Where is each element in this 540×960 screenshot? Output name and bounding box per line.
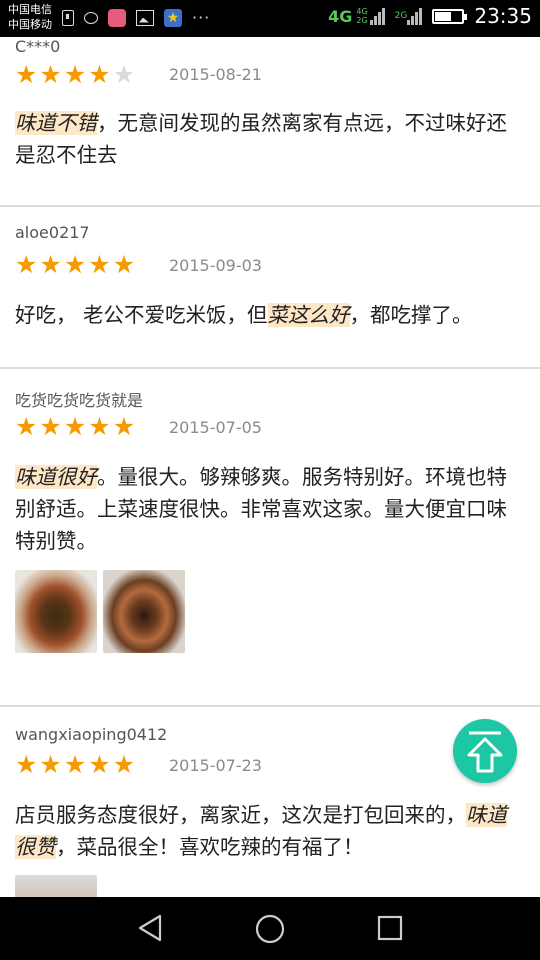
star-filled-icon: ★ xyxy=(88,250,111,279)
network-type: 4G xyxy=(328,6,353,26)
review-text-after: ，都吃撑了。 xyxy=(349,303,473,327)
back-triangle-icon[interactable] xyxy=(136,913,166,943)
review-stars: ★ ★ ★ ★ ★ xyxy=(15,414,135,439)
review-username: wangxiaoping0412 xyxy=(15,725,168,744)
review-date: 2015-09-03 xyxy=(169,256,262,275)
review-text: 味道不错，无意间发现的虽然离家有点远，不过味好还是忍不住去 xyxy=(15,107,518,171)
star-filled-icon: ★ xyxy=(112,250,136,279)
review-text-after: ，菜品很全！喜欢吃辣的有福了！ xyxy=(56,835,364,859)
more-icon: ··· xyxy=(192,8,211,27)
star-filled-icon: ★ xyxy=(112,750,136,779)
review-item: C***0 ★ ★ ★ ★ ★ 2015-08-21 味道不错，无意间发现的虽然离家有点… xyxy=(0,37,540,207)
star-filled-icon: ★ xyxy=(15,412,38,441)
review-username: 吃货吃货吃货就是 xyxy=(15,391,144,410)
star-filled-icon: ★ xyxy=(88,412,111,441)
recents-square-icon[interactable] xyxy=(375,913,405,943)
network-2g-label: 2G xyxy=(394,10,408,21)
star-filled-icon: ★ xyxy=(39,412,62,441)
carrier-info: 中国电信 中国移动 xyxy=(8,2,52,32)
star-filled-icon: ★ xyxy=(39,750,62,779)
app-icon xyxy=(108,8,126,27)
star-empty-icon: ★ xyxy=(112,60,136,89)
network-small-bottom: 2G xyxy=(356,16,368,25)
navigation-bar xyxy=(0,897,540,960)
review-text: 店员服务态度很好，离家近，这次是打包回来的，味道很赞，菜品很全！喜欢吃辣的有福了… xyxy=(15,799,518,863)
review-text-before: 好吃， 老公不爱吃米饭，但 xyxy=(15,303,268,327)
review-stars: ★ ★ ★ ★ ★ xyxy=(15,62,135,87)
network-small: 4G 2G xyxy=(356,7,367,25)
battery-level xyxy=(435,11,451,21)
star-filled-icon: ★ xyxy=(39,60,62,89)
review-highlight: 味道很好 xyxy=(15,465,97,489)
star-filled-icon: ★ xyxy=(112,412,136,441)
review-date: 2015-08-21 xyxy=(169,65,262,84)
review-highlight: 菜这么好 xyxy=(267,303,350,327)
battery-icon xyxy=(432,8,468,24)
star-filled-icon: ★ xyxy=(63,60,87,89)
sim-icon xyxy=(62,9,74,26)
review-username: aloe0217 xyxy=(15,223,90,242)
carrier-1: 中国电信 xyxy=(8,3,52,16)
star-filled-icon: ★ xyxy=(63,750,87,779)
review-date: 2015-07-05 xyxy=(169,418,262,437)
review-photos xyxy=(15,875,97,897)
message-icon xyxy=(84,11,98,24)
status-bar: 中国电信 中国移动 ★ ··· 4G 4G 2G 2G 23:35 xyxy=(0,0,540,37)
signal-icon xyxy=(369,7,385,25)
review-highlight: 味道不错 xyxy=(15,111,97,135)
gallery-icon xyxy=(136,9,154,26)
star-app-icon: ★ xyxy=(164,8,182,27)
food-photo-1[interactable] xyxy=(15,570,97,653)
review-stars: ★ ★ ★ ★ ★ xyxy=(15,752,135,777)
arrow-up-icon xyxy=(467,731,503,773)
home-circle-icon[interactable] xyxy=(254,913,286,945)
star-filled-icon: ★ xyxy=(63,250,87,279)
review-text: 味道很好。量很大。够辣够爽。服务特别好。环境也特别舒适。上菜速度很快。非常喜欢这… xyxy=(15,461,518,557)
carrier-2: 中国移动 xyxy=(8,18,52,31)
star-filled-icon: ★ xyxy=(88,60,111,89)
notification-icons: ★ ··· xyxy=(62,8,210,27)
star-filled-icon: ★ xyxy=(15,250,38,279)
network-small-top: 4G xyxy=(356,7,368,16)
review-photos xyxy=(15,570,185,653)
review-item: 吃货吃货吃货就是 ★ ★ ★ ★ ★ 2015-07-05 味道很好。量很大。够辣够爽。… xyxy=(0,367,540,707)
star-filled-icon: ★ xyxy=(88,750,111,779)
review-username: C***0 xyxy=(15,37,61,56)
review-text-before: 店员服务态度很好，离家近，这次是打包回来的， xyxy=(15,803,466,827)
review-stars: ★ ★ ★ ★ ★ xyxy=(15,252,135,277)
scroll-to-top-button[interactable] xyxy=(453,719,517,783)
star-filled-icon: ★ xyxy=(15,750,38,779)
signal-icon-2 xyxy=(407,7,423,25)
food-photo-3[interactable] xyxy=(15,875,97,897)
star-filled-icon: ★ xyxy=(63,412,87,441)
food-photo-2[interactable] xyxy=(103,570,185,653)
review-date: 2015-07-23 xyxy=(169,756,262,775)
star-filled-icon: ★ xyxy=(15,60,38,89)
review-text: 好吃， 老公不爱吃米饭，但菜这么好，都吃撑了。 xyxy=(15,299,518,331)
status-right: 4G 4G 2G 2G 23:35 xyxy=(328,4,532,28)
review-item: aloe0217 ★ ★ ★ ★ ★ 2015-09-03 好吃， 老公不爱吃米饭，但菜… xyxy=(0,205,540,369)
star-filled-icon: ★ xyxy=(39,250,62,279)
clock: 23:35 xyxy=(474,4,532,28)
